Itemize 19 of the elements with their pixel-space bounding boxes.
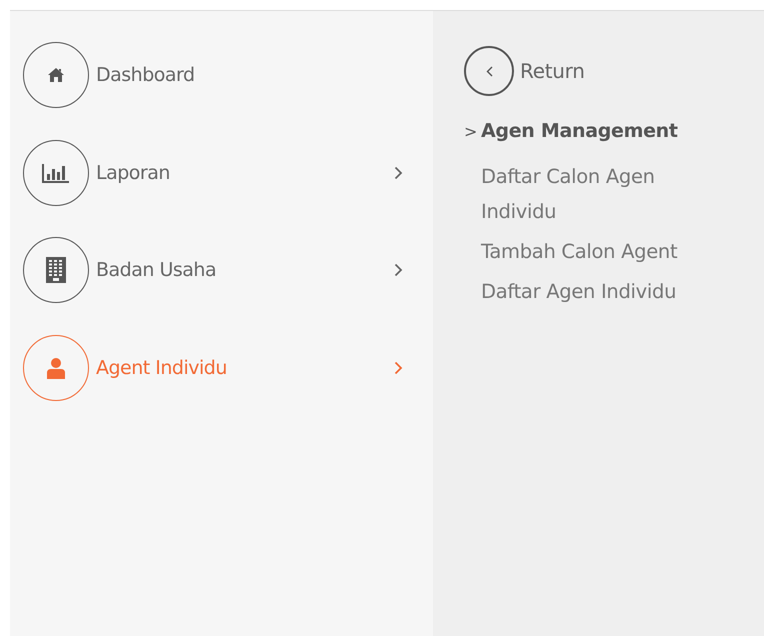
home-icon (47, 67, 65, 83)
submenu-heading: Agen Management (481, 120, 678, 142)
caret-text: > (464, 122, 478, 141)
submenu-link[interactable]: Daftar Calon Agen Individu (481, 159, 731, 229)
menu-label: Badan Usaha (96, 259, 218, 281)
return-button[interactable]: Return (464, 46, 764, 96)
submenu-link[interactable]: Daftar Agen Individu (481, 274, 731, 309)
menu-item[interactable]: Badan Usaha (23, 237, 433, 303)
person-icon (46, 356, 66, 378)
chevron-left-icon (486, 66, 492, 76)
submenu-link[interactable]: Tambah Calon Agent (481, 234, 731, 269)
menu-label: Agent Individu (96, 356, 228, 378)
menu-item[interactable]: Laporan (23, 140, 433, 206)
menu-label: Laporan (96, 162, 171, 184)
menu-item[interactable]: Dashboard (23, 42, 433, 108)
menu-label: Dashboard (96, 64, 196, 86)
building-icon (46, 257, 66, 283)
bar-chart-icon (41, 162, 71, 182)
menu-item[interactable]: Agent Individu (23, 334, 433, 400)
